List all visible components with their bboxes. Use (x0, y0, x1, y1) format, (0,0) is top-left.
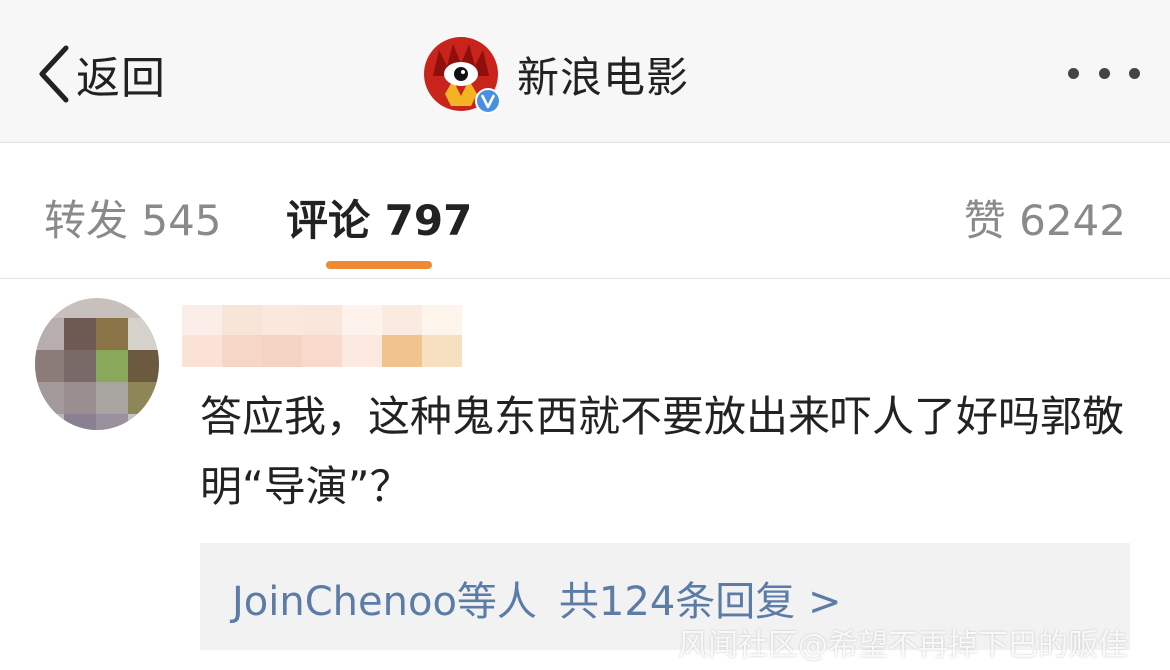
blurred-username-icon (182, 305, 462, 367)
commenter-avatar[interactable] (32, 292, 162, 452)
account-name[interactable]: 新浪电影 (517, 44, 689, 105)
dot-icon (1068, 67, 1079, 79)
back-label: 返回 (76, 53, 166, 104)
pixelated-avatar-icon (35, 298, 159, 430)
tab-comments[interactable]: 评论 797 (286, 187, 472, 248)
verified-badge-icon (475, 88, 501, 114)
watermark: 风闻社区@希望不再掉下巴的贩佳 (678, 628, 1128, 663)
reply-users: JoinChenoo等人 (232, 579, 537, 625)
more-options-button[interactable] (1068, 58, 1140, 88)
dot-icon (1098, 67, 1110, 79)
interaction-tabs: 转发 545 评论 797 赞 6242 (0, 143, 1170, 279)
account-avatar[interactable] (423, 36, 501, 114)
tab-reposts[interactable]: 转发 545 (44, 187, 222, 248)
comment-text: 答应我，这种鬼东西就不要放出来吓人了好吗郭敬明“导演”？ (200, 392, 1125, 511)
reply-count: 共124条回复 > (558, 579, 842, 625)
tab-likes[interactable]: 赞 6242 (964, 187, 1126, 248)
back-button[interactable]: 返回 (36, 44, 166, 104)
dot-icon (1129, 67, 1140, 79)
commenter-username[interactable] (162, 295, 482, 375)
account-header[interactable]: 新浪电影 (423, 36, 689, 114)
active-tab-indicator (326, 261, 432, 269)
chevron-left-icon (39, 45, 69, 103)
top-nav-bar: 返回 新浪电影 (0, 0, 1170, 143)
view-replies-link[interactable]: JoinChenoo等人 共124条回复 > (232, 569, 842, 627)
